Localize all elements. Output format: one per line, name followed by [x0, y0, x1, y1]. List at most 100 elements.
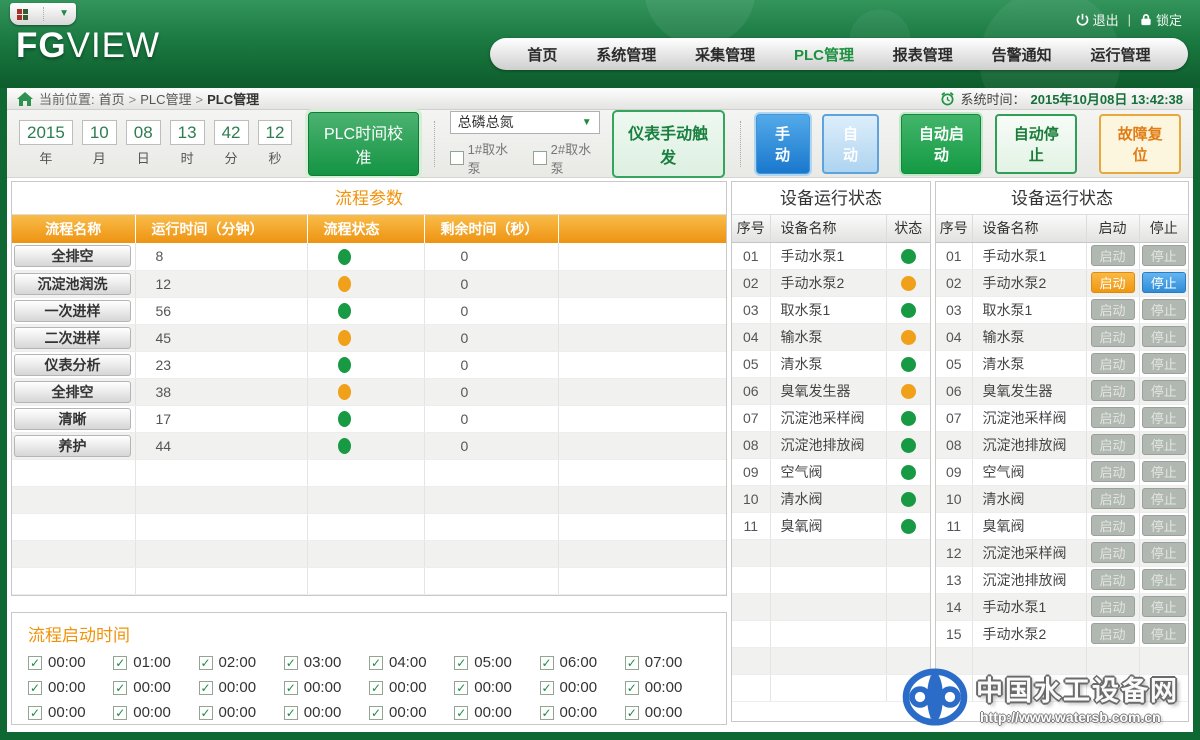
- process-name-button[interactable]: 二次进样: [14, 327, 131, 349]
- device-start-button[interactable]: 启动: [1091, 326, 1135, 347]
- device-start-button[interactable]: 启动: [1091, 623, 1135, 644]
- device-stop-button[interactable]: 停止: [1142, 488, 1186, 509]
- checkbox[interactable]: ✓: [113, 706, 127, 720]
- nav-item[interactable]: 采集管理: [695, 44, 755, 65]
- checkbox[interactable]: ✓: [369, 656, 383, 670]
- device-start-button[interactable]: 启动: [1091, 353, 1135, 374]
- checkbox[interactable]: ✓: [454, 706, 468, 720]
- checkbox[interactable]: ✓: [284, 681, 298, 695]
- device-start-button[interactable]: 启动: [1091, 380, 1135, 401]
- plc-time-calibrate-button[interactable]: PLC时间校准: [308, 112, 418, 176]
- device-start-button[interactable]: 启动: [1091, 299, 1135, 320]
- device-start-button[interactable]: 启动: [1091, 488, 1135, 509]
- fault-reset-button[interactable]: 故障复位: [1099, 114, 1181, 174]
- device-stop-button[interactable]: 停止: [1142, 434, 1186, 455]
- nav-item[interactable]: 运行管理: [1090, 44, 1150, 65]
- process-name-button[interactable]: 全排空: [14, 381, 131, 403]
- checkbox[interactable]: ✓: [454, 681, 468, 695]
- checkbox[interactable]: ✓: [454, 656, 468, 670]
- device-stop-button[interactable]: 停止: [1142, 515, 1186, 536]
- nav-item[interactable]: PLC管理: [794, 44, 854, 65]
- checkbox[interactable]: ✓: [113, 681, 127, 695]
- checkbox[interactable]: ✓: [28, 656, 42, 670]
- datetime-value[interactable]: 08: [126, 120, 161, 145]
- device-stop-button[interactable]: 停止: [1142, 407, 1186, 428]
- schedule-slot[interactable]: ✓00:00: [625, 679, 710, 696]
- schedule-slot[interactable]: ✓00:00: [113, 704, 198, 721]
- checkbox[interactable]: ✓: [199, 706, 213, 720]
- datetime-value[interactable]: 2015: [19, 120, 73, 145]
- schedule-slot[interactable]: ✓00:00: [625, 704, 710, 721]
- schedule-slot[interactable]: ✓00:00: [454, 704, 539, 721]
- schedule-slot[interactable]: ✓06:00: [540, 654, 625, 671]
- breadcrumb-segment[interactable]: 首页: [99, 92, 125, 107]
- schedule-slot[interactable]: ✓00:00: [369, 679, 454, 696]
- nav-item[interactable]: 系统管理: [596, 44, 656, 65]
- schedule-slot[interactable]: ✓00:00: [284, 679, 369, 696]
- schedule-slot[interactable]: ✓04:00: [369, 654, 454, 671]
- checkbox[interactable]: ✓: [625, 656, 639, 670]
- device-stop-button[interactable]: 停止: [1142, 299, 1186, 320]
- datetime-value[interactable]: 13: [170, 120, 205, 145]
- checkbox[interactable]: ✓: [540, 681, 554, 695]
- device-start-button[interactable]: 启动: [1091, 407, 1135, 428]
- schedule-slot[interactable]: ✓00:00: [28, 654, 113, 671]
- schedule-slot[interactable]: ✓02:00: [199, 654, 284, 671]
- skin-selector[interactable]: ▼: [10, 3, 76, 25]
- schedule-slot[interactable]: ✓00:00: [113, 679, 198, 696]
- device-start-button[interactable]: 启动: [1091, 542, 1135, 563]
- checkbox[interactable]: ✓: [28, 681, 42, 695]
- process-name-button[interactable]: 一次进样: [14, 300, 131, 322]
- device-start-button[interactable]: 启动: [1091, 461, 1135, 482]
- schedule-slot[interactable]: ✓00:00: [369, 704, 454, 721]
- schedule-slot[interactable]: ✓00:00: [540, 704, 625, 721]
- checkbox[interactable]: ✓: [369, 706, 383, 720]
- device-stop-button[interactable]: 停止: [1142, 596, 1186, 617]
- meter-select[interactable]: 总磷总氮 ▼: [450, 111, 600, 134]
- checkbox[interactable]: ✓: [284, 656, 298, 670]
- schedule-slot[interactable]: ✓00:00: [28, 704, 113, 721]
- process-name-button[interactable]: 沉淀池润洗: [14, 273, 131, 295]
- schedule-slot[interactable]: ✓00:00: [454, 679, 539, 696]
- device-stop-button[interactable]: 停止: [1142, 353, 1186, 374]
- checkbox[interactable]: ✓: [113, 656, 127, 670]
- device-start-button[interactable]: 启动: [1091, 569, 1135, 590]
- nav-item[interactable]: 报表管理: [893, 44, 953, 65]
- device-start-button[interactable]: 启动: [1091, 434, 1135, 455]
- schedule-slot[interactable]: ✓05:00: [454, 654, 539, 671]
- logout-button[interactable]: 退出: [1076, 10, 1119, 29]
- device-start-button[interactable]: 启动: [1091, 272, 1135, 293]
- manual-mode-button[interactable]: 手动: [756, 114, 810, 174]
- schedule-slot[interactable]: ✓00:00: [199, 704, 284, 721]
- schedule-slot[interactable]: ✓03:00: [284, 654, 369, 671]
- checkbox[interactable]: [533, 151, 547, 165]
- process-name-button[interactable]: 清晰: [14, 408, 131, 430]
- schedule-slot[interactable]: ✓01:00: [113, 654, 198, 671]
- auto-start-button[interactable]: 自动启动: [901, 114, 981, 174]
- datetime-value[interactable]: 42: [214, 120, 249, 145]
- device-start-button[interactable]: 启动: [1091, 245, 1135, 266]
- device-start-button[interactable]: 启动: [1091, 596, 1135, 617]
- device-stop-button[interactable]: 停止: [1142, 245, 1186, 266]
- checkbox[interactable]: ✓: [625, 706, 639, 720]
- datetime-value[interactable]: 12: [258, 120, 293, 145]
- schedule-slot[interactable]: ✓00:00: [284, 704, 369, 721]
- process-name-button[interactable]: 全排空: [14, 245, 131, 267]
- device-stop-button[interactable]: 停止: [1142, 380, 1186, 401]
- schedule-slot[interactable]: ✓07:00: [625, 654, 710, 671]
- process-name-button[interactable]: 仪表分析: [14, 354, 131, 376]
- checkbox[interactable]: ✓: [369, 681, 383, 695]
- breadcrumb-segment[interactable]: PLC管理: [207, 92, 259, 107]
- schedule-slot[interactable]: ✓00:00: [199, 679, 284, 696]
- device-stop-button[interactable]: 停止: [1142, 461, 1186, 482]
- pump-checkbox[interactable]: 1#取水泵: [450, 139, 517, 177]
- breadcrumb-segment[interactable]: PLC管理: [140, 92, 191, 107]
- device-stop-button[interactable]: 停止: [1142, 326, 1186, 347]
- auto-stop-button[interactable]: 自动停止: [995, 114, 1077, 174]
- datetime-value[interactable]: 10: [82, 120, 117, 145]
- nav-item[interactable]: 首页: [527, 44, 557, 65]
- auto-mode-button[interactable]: 自动: [822, 114, 880, 174]
- checkbox[interactable]: ✓: [540, 656, 554, 670]
- checkbox[interactable]: ✓: [625, 681, 639, 695]
- pump-checkbox[interactable]: 2#取水泵: [533, 139, 600, 177]
